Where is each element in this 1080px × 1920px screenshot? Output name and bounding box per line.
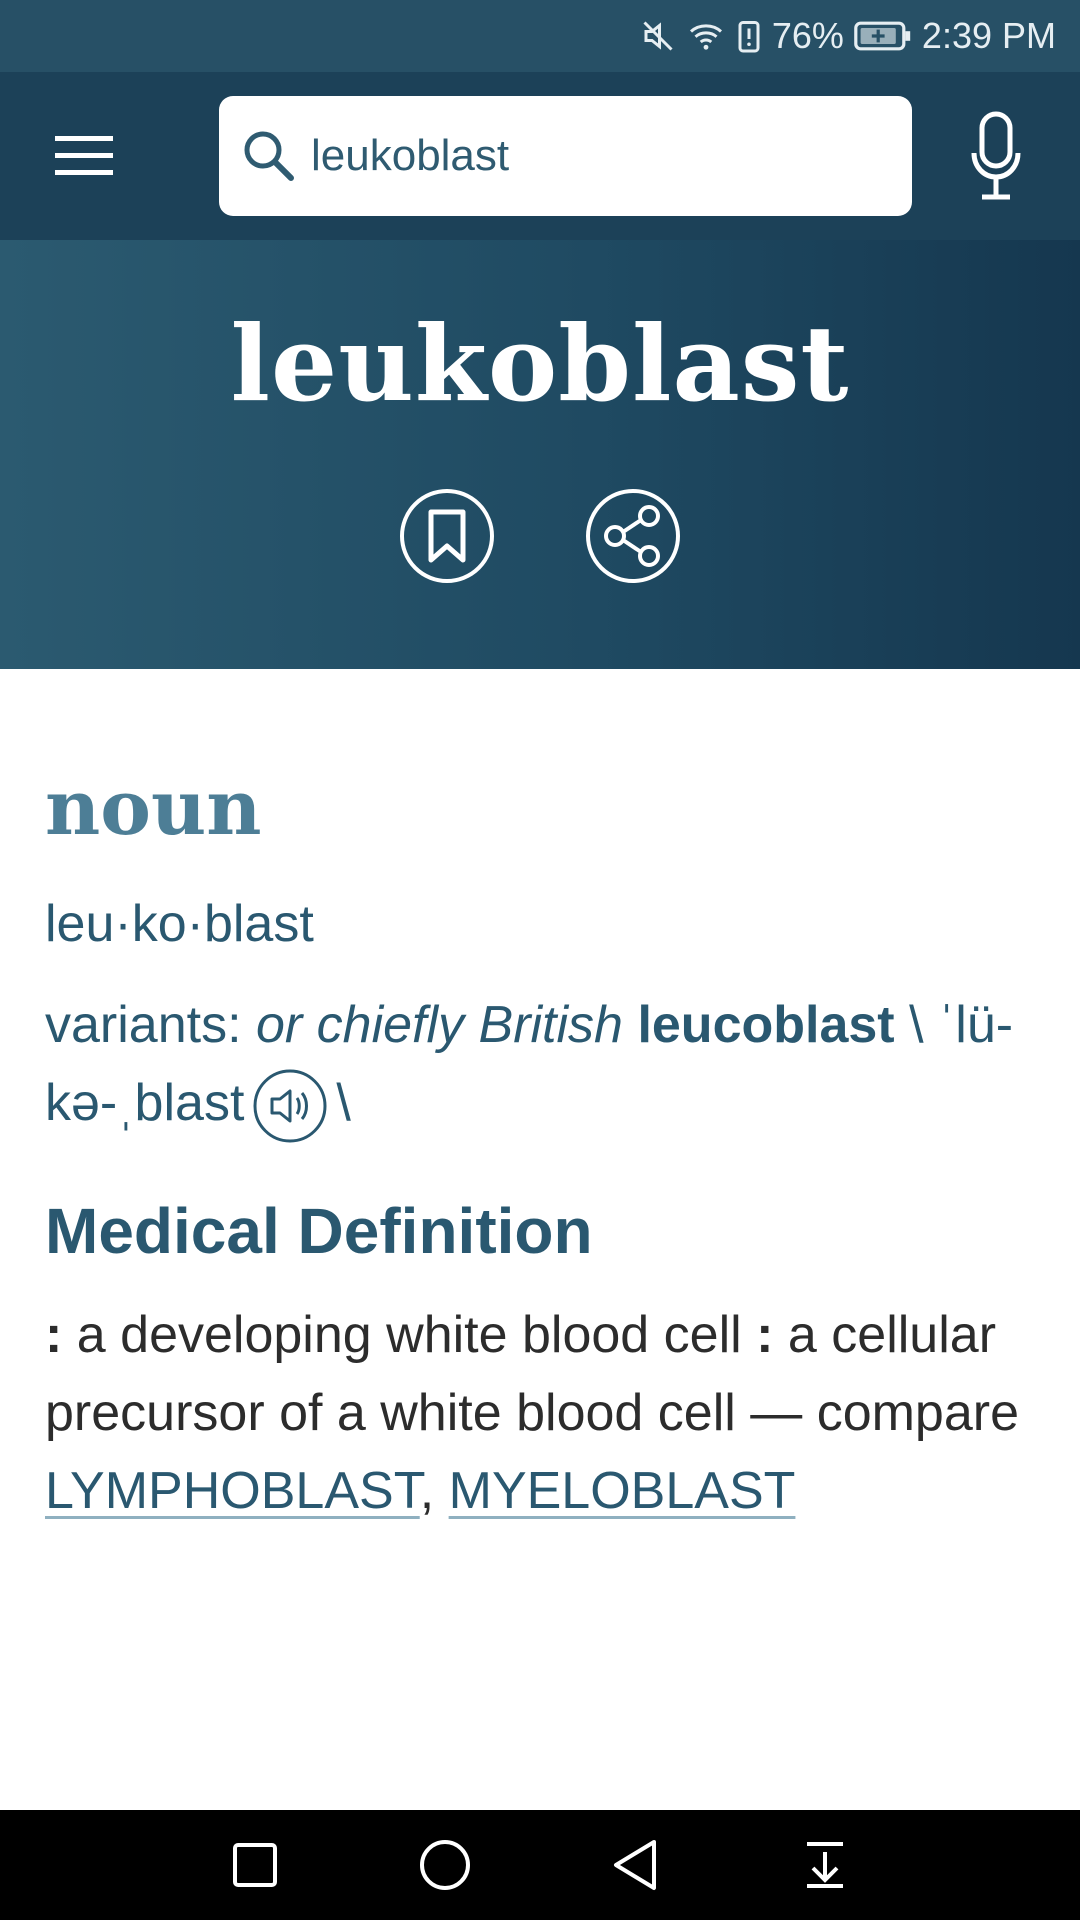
clock: 2:39 PM: [921, 15, 1056, 56]
speaker-icon[interactable]: [252, 1068, 328, 1144]
microphone-icon: [971, 111, 1021, 200]
syllabification: leu·ko·blast: [45, 895, 314, 953]
battery-charging-icon: [854, 20, 912, 52]
def-text: a developing white blood cell: [62, 1306, 757, 1365]
definition: : a developing white blood cell : a cell…: [45, 1296, 1045, 1530]
circle-icon: [420, 1840, 470, 1890]
xref-myeloblast-link[interactable]: MYELOBLAST: [449, 1462, 796, 1520]
back-button[interactable]: [603, 1833, 667, 1897]
top-app-bar: [0, 72, 1080, 240]
voice-search-button[interactable]: [960, 108, 1032, 204]
wifi-icon: [686, 18, 726, 54]
home-button[interactable]: [413, 1833, 477, 1897]
recents-button[interactable]: [223, 1833, 287, 1897]
pron-close: \: [336, 1074, 351, 1132]
search-box[interactable]: [219, 96, 912, 216]
part-of-speech: noun: [45, 763, 262, 852]
battery-percent: 76%: [771, 15, 844, 56]
system-nav-bar: [0, 1810, 1080, 1920]
variants-qualifier: or chiefly British: [255, 996, 623, 1054]
triangle-back-icon: [614, 1840, 656, 1890]
status-bar: 76% 2:39 PM: [0, 0, 1080, 72]
menu-button[interactable]: [44, 122, 124, 190]
def-colon: :: [45, 1306, 63, 1365]
headword: leukoblast: [230, 302, 850, 425]
variants: variants: or chiefly British leucoblast …: [45, 986, 1045, 1144]
entry-header: leukoblast: [0, 240, 1080, 669]
search-icon: [244, 131, 294, 181]
entry-content: noun leu·ko·blast variants: or chiefly B…: [45, 770, 1045, 1530]
mute-icon: [640, 18, 676, 54]
square-icon: [233, 1843, 277, 1887]
pull-down-icon: [807, 1842, 843, 1888]
def-colon: :: [756, 1306, 774, 1365]
xref-separator: ,: [419, 1462, 449, 1521]
search-input[interactable]: [311, 131, 871, 181]
pron-open: \: [894, 996, 924, 1054]
battery-alert-icon: [736, 18, 762, 54]
variant-word: leucoblast: [637, 996, 895, 1054]
bookmark-icon[interactable]: [399, 488, 495, 584]
share-icon[interactable]: [585, 488, 681, 584]
xref-lymphoblast-link[interactable]: LYMPHOBLAST: [45, 1462, 420, 1520]
entry-actions: [0, 488, 1080, 584]
section-title: Medical Definition: [45, 1195, 593, 1268]
hamburger-icon: [55, 136, 113, 175]
variants-label: variants:: [45, 996, 256, 1054]
notification-shade-button[interactable]: [793, 1833, 857, 1897]
